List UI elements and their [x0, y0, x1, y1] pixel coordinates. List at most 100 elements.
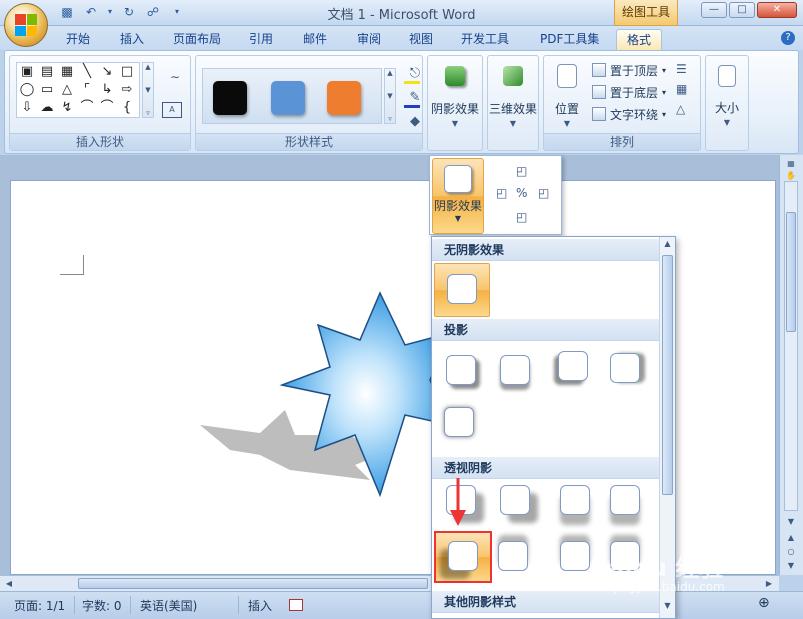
shape-outline-icon[interactable]: ✎	[402, 90, 428, 108]
nudge-shadow-up-icon[interactable]: ◰	[516, 164, 527, 178]
scroll-down-icon[interactable]: ▼	[387, 92, 392, 100]
bring-to-front-button[interactable]: 置于顶层 ▾	[592, 60, 666, 80]
group-icon[interactable]: ▦	[676, 82, 702, 96]
shadow-option-drop-c[interactable]	[440, 403, 476, 439]
nudge-shadow-right-icon[interactable]: ◰	[538, 186, 549, 200]
dropdown-scroll-thumb[interactable]	[662, 255, 673, 495]
insert-mode-indicator[interactable]: 插入	[248, 597, 272, 614]
star-shape[interactable]	[190, 285, 450, 500]
scroll-down-icon[interactable]: ▼	[145, 86, 150, 94]
shadow-option-drop-br[interactable]	[442, 351, 478, 387]
style-swatch-orange[interactable]	[327, 81, 361, 115]
tab-page-layout[interactable]: 页面布局	[163, 29, 231, 50]
help-icon[interactable]: ?	[781, 31, 795, 45]
shape-textbox-v-icon[interactable]: ▤	[37, 63, 57, 81]
shape-arc-icon[interactable]: ⌒	[77, 99, 97, 117]
nudge-shadow-down-icon[interactable]: ◰	[516, 210, 527, 224]
position-button[interactable]: 位置 ▼	[546, 60, 588, 132]
shadow-option-persp-5-highlighted[interactable]	[434, 531, 492, 583]
shadow-option-persp-4[interactable]	[606, 481, 642, 517]
expand-gallery-icon[interactable]: ▿	[388, 115, 392, 123]
shape-arrow-line-icon[interactable]: ↘	[97, 63, 117, 81]
tab-home[interactable]: 开始	[56, 29, 100, 50]
prev-page-icon[interactable]: ▲	[784, 533, 798, 545]
page-count[interactable]: 页面: 1/1	[14, 597, 65, 614]
maximize-button[interactable]: □	[729, 2, 755, 18]
minimize-button[interactable]: —	[701, 2, 727, 18]
send-to-back-button[interactable]: 置于底层 ▾	[592, 82, 666, 102]
style-swatch-blue[interactable]	[271, 81, 305, 115]
office-button[interactable]	[4, 3, 48, 47]
shape-rectangle-icon[interactable]: □	[117, 63, 137, 81]
tab-pdf-tools[interactable]: PDF工具集	[530, 29, 609, 50]
shape-oval-icon[interactable]: ◯	[17, 81, 37, 99]
3d-effects-button[interactable]: 三维效果 ▼	[488, 60, 538, 132]
size-button[interactable]: 大小 ▼	[706, 60, 748, 132]
macro-record-icon[interactable]	[289, 599, 303, 611]
shape-right-arrow-icon[interactable]: ⇨	[117, 81, 137, 99]
shadow-option-persp-7[interactable]	[556, 537, 592, 573]
shadow-option-persp-2[interactable]	[496, 481, 532, 517]
shapes-gallery-scroll[interactable]: ▲ ▼ ▿	[142, 62, 154, 118]
shapes-gallery[interactable]: ▣ ▤ ▦ ╲ ↘ □ ◯ ▭ △ ⌜ ↳ ⇨ ⇩ ☁ ↯ ⌒ ⌒ {	[16, 62, 140, 118]
edit-shape-icon[interactable]: ∼	[162, 70, 188, 88]
rotate-icon[interactable]: △	[676, 102, 702, 116]
shape-lightning-icon[interactable]: ↯	[57, 99, 77, 117]
scroll-up-icon[interactable]: ▲	[387, 69, 392, 77]
next-page-icon[interactable]: ▼	[784, 561, 798, 573]
shadow-effects-button[interactable]: 阴影效果 ▼	[430, 60, 480, 132]
shape-brace-icon[interactable]: {	[117, 99, 137, 117]
shadow-option-drop-r[interactable]	[606, 349, 642, 385]
shadow-effects-toggle-button[interactable]: 阴影效果 ▼	[432, 158, 484, 234]
shadow-option-persp-6[interactable]	[494, 537, 530, 573]
style-swatch-black[interactable]	[213, 81, 247, 115]
shape-textbox-icon[interactable]: ▣	[17, 63, 37, 81]
tab-insert[interactable]: 插入	[110, 29, 154, 50]
shape-styles-gallery[interactable]	[202, 68, 382, 124]
nudge-shadow-left-icon[interactable]: ◰	[496, 186, 507, 200]
horizontal-scroll-thumb[interactable]	[78, 578, 428, 589]
tab-view[interactable]: 视图	[399, 29, 443, 50]
tab-references[interactable]: 引用	[239, 29, 283, 50]
scroll-up-icon[interactable]: ▲	[661, 239, 674, 251]
vertical-scrollbar[interactable]	[784, 181, 798, 511]
shadow-option-drop-b[interactable]	[496, 351, 532, 387]
shape-elbow-icon[interactable]: ⌜	[77, 81, 97, 99]
vertical-scroll-thumb[interactable]	[786, 212, 796, 332]
shape-down-arrow-icon[interactable]: ⇩	[17, 99, 37, 117]
shape-fill-icon[interactable]: ⎋	[402, 66, 428, 84]
shadow-on-off-icon[interactable]: %	[516, 186, 527, 200]
close-button[interactable]: ✕	[757, 2, 797, 18]
shape-rounded-rect-icon[interactable]: ▭	[37, 81, 57, 99]
browse-object-icon[interactable]: ○	[784, 547, 798, 559]
shape-cloud-icon[interactable]: ☁	[37, 99, 57, 117]
textbox-icon[interactable]: A	[162, 102, 182, 118]
tab-developer[interactable]: 开发工具	[451, 29, 519, 50]
word-count[interactable]: 字数: 0	[82, 597, 122, 614]
shape-curve-icon[interactable]: ⌒	[97, 99, 117, 117]
scroll-down-icon[interactable]: ▼	[784, 517, 798, 529]
shape-line-icon[interactable]: ╲	[77, 63, 97, 81]
expand-gallery-icon[interactable]: ▿	[146, 109, 150, 117]
tab-format[interactable]: 格式	[616, 29, 663, 50]
styles-gallery-scroll[interactable]: ▲ ▼ ▿	[384, 68, 396, 124]
shadow-option-persp-3[interactable]	[556, 481, 592, 517]
language-indicator[interactable]: 英语(美国)	[140, 597, 197, 614]
more-shadow-styles-item[interactable]: 其他阴影样式	[432, 591, 659, 613]
tab-review[interactable]: 审阅	[347, 29, 391, 50]
text-wrapping-button[interactable]: 文字环绕 ▾	[592, 104, 666, 124]
shape-image-icon[interactable]: ▦	[57, 63, 77, 81]
shadow-option-none[interactable]	[434, 263, 490, 317]
shadow-option-drop-bl[interactable]	[554, 347, 590, 383]
scroll-left-icon[interactable]: ◀	[2, 577, 16, 591]
scroll-right-icon[interactable]: ▶	[762, 577, 776, 591]
align-icon[interactable]: ☰	[676, 62, 702, 76]
tab-mailings[interactable]: 邮件	[293, 29, 337, 50]
ruler-toggle-icon[interactable]: ▦	[784, 159, 798, 171]
shape-elbow-arrow-icon[interactable]: ↳	[97, 81, 117, 99]
change-shape-icon[interactable]: ◆	[402, 114, 428, 132]
scroll-down-icon[interactable]: ▼	[661, 601, 674, 613]
scroll-up-icon[interactable]: ▲	[145, 63, 150, 71]
shape-triangle-icon[interactable]: △	[57, 81, 77, 99]
zoom-in-icon[interactable]: ⊕	[758, 595, 770, 611]
